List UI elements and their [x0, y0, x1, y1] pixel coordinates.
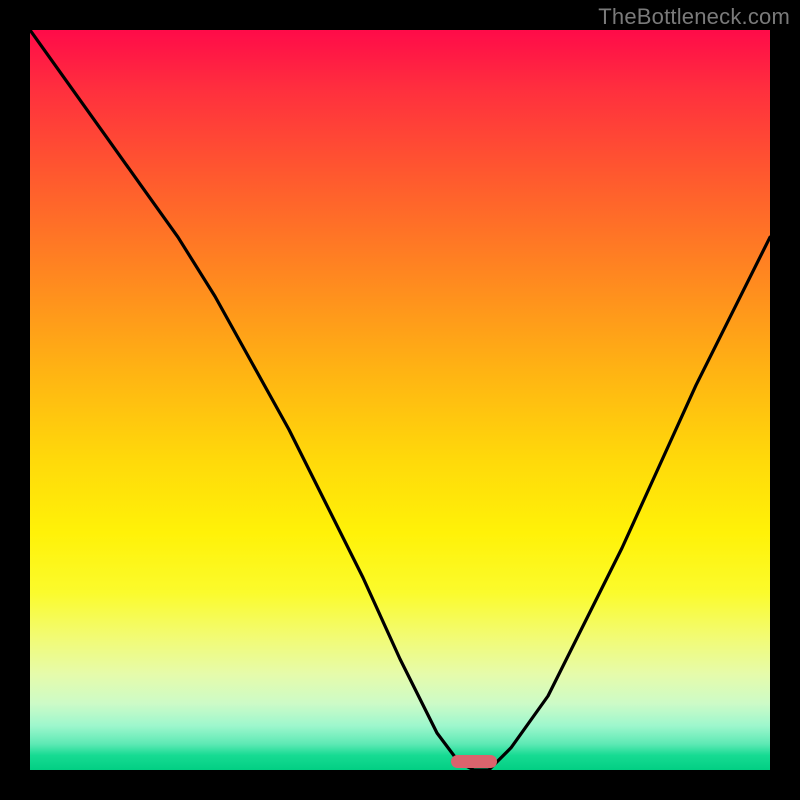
bottleneck-curve: [30, 30, 770, 770]
plot-area: [30, 30, 770, 770]
optimal-marker: [451, 755, 497, 768]
chart-frame: TheBottleneck.com: [0, 0, 800, 800]
curve-path: [30, 30, 770, 770]
watermark-text: TheBottleneck.com: [598, 4, 790, 30]
